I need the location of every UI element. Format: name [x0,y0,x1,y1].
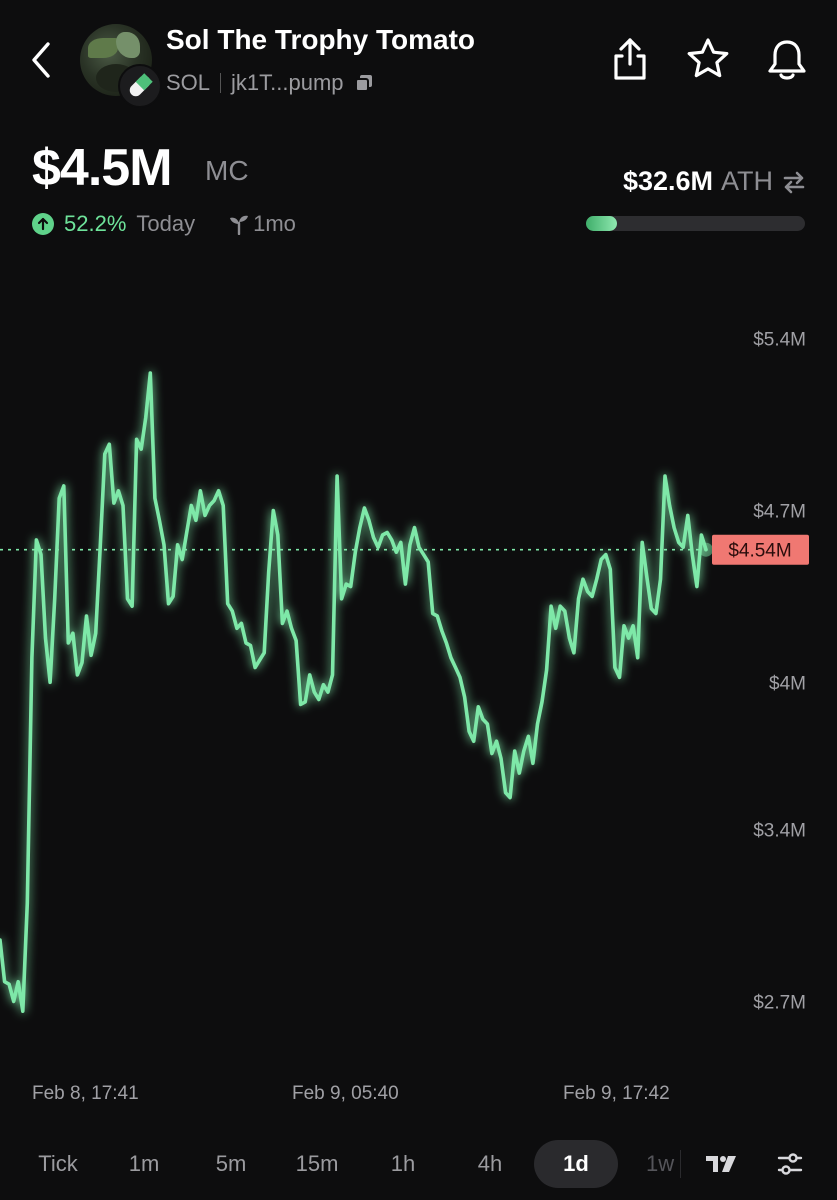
y-tick-label: $2.7M [753,992,806,1013]
y-tick-label: $3.4M [753,821,806,842]
ath-value: $32.6M [622,166,713,196]
x-tick-label: Feb 8, 17:41 [32,1083,139,1104]
token-subtitle: SOL jk1T...pump [166,70,374,96]
filter-sliders-icon[interactable] [776,1150,804,1178]
swap-arrows-icon[interactable] [781,169,807,195]
back-arrow-icon[interactable] [22,38,62,82]
sprout-icon [230,215,249,235]
x-tick-label: Feb 9, 17:42 [563,1083,670,1104]
ath-progress-bar [586,216,805,231]
current-price-dot [699,542,713,557]
timeframe-1d[interactable]: 1d [534,1140,618,1188]
change-period: Today [136,211,196,236]
tradingview-icon[interactable] [704,1152,738,1176]
x-tick-label: Feb 9, 05:40 [292,1083,399,1104]
chain-label: SOL [166,70,211,95]
timeframe-bar: Tick 1m 5m 15m 1h 4h 1d 1w [0,1140,837,1188]
ath-row[interactable]: $32.6M ATH [623,166,807,197]
divider [680,1150,681,1178]
change-row: 52.2% Today 1mo [32,211,296,237]
share-icon[interactable] [608,36,652,82]
pill-icon [129,73,153,97]
ath-label: ATH [721,166,773,196]
timeframe-4h[interactable]: 4h [460,1140,520,1188]
arrow-up-circle-icon [32,213,54,235]
timeframe-tick[interactable]: Tick [28,1140,88,1188]
current-price-label: $4.54M [728,541,791,562]
price-series-line [0,371,708,1013]
y-tick-label: $5.4M [753,330,806,351]
change-percent: 52.2% [64,211,127,236]
price-chart[interactable]: $5.4M $4.7M $4M $3.4M $2.7M $4.54M [0,265,837,1075]
market-cap-value: $4.5M [32,139,173,197]
token-age: 1mo [253,211,296,236]
y-tick-label: $4.7M [753,501,806,522]
timeframe-1w[interactable]: 1w [630,1140,680,1188]
bell-icon[interactable] [765,36,809,82]
timeframe-5m[interactable]: 5m [201,1140,261,1188]
chain-badge [118,64,162,108]
market-cap-label: MC [205,155,249,186]
timeframe-1m[interactable]: 1m [114,1140,174,1188]
contract-address[interactable]: jk1T...pump [231,70,344,96]
y-tick-label: $4M [769,673,806,694]
timeframe-15m[interactable]: 15m [287,1140,347,1188]
token-name: Sol The Trophy Tomato [166,24,476,55]
star-icon[interactable] [686,36,730,82]
timeframe-1h[interactable]: 1h [373,1140,433,1188]
copy-icon[interactable] [354,73,374,93]
ath-progress-fill [586,216,617,231]
separator [220,73,222,93]
